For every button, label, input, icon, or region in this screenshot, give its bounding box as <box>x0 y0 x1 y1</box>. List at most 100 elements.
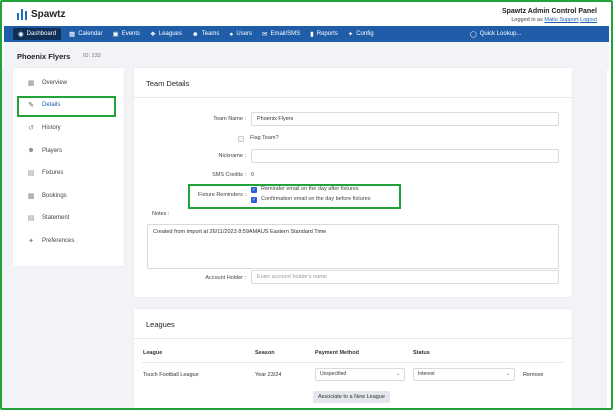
divider <box>134 97 572 98</box>
flag-team-checkbox[interactable] <box>238 136 244 142</box>
sidebar-item-overview[interactable]: ▦ Overview <box>27 79 67 87</box>
account-holder-label: Account Holder : <box>205 275 246 281</box>
sidebar-item-bookings[interactable]: ▩ Bookings <box>27 192 67 200</box>
notes-label: Notes : <box>152 211 170 217</box>
sms-credits-label: SMS Credits : <box>212 172 246 178</box>
sidebar-item-label: Fixtures <box>42 170 64 176</box>
payment-method-value: Unspecified <box>320 371 347 377</box>
leagues-title: Leagues <box>146 320 175 329</box>
nav-label: Dashboard <box>26 31 57 37</box>
wrench-icon: ✦ <box>347 31 354 38</box>
nav-email-sms[interactable]: ✉ Email/SMS <box>257 26 305 42</box>
reminder-after-label: Reminder email on the day after fixtures <box>261 186 359 192</box>
panel-title: Team Details <box>146 79 190 88</box>
users-icon: ● <box>229 30 234 38</box>
sidebar-item-fixtures[interactable]: ▤ Fixtures <box>27 169 64 177</box>
team-name-input[interactable]: Phoenix Flyers <box>251 112 559 126</box>
reminder-after-checkbox[interactable]: ✓ <box>251 187 257 193</box>
players-icon: ☻ <box>27 147 35 154</box>
admin-info: Spawtz Admin Control Panel Logged in as … <box>502 7 597 25</box>
history-icon: ↺ <box>28 125 34 132</box>
sidebar-item-label: Players <box>42 147 63 154</box>
calendar-icon: ▦ <box>69 31 76 38</box>
login-status: Logged in as Matio Support Logout <box>502 16 597 25</box>
bookings-icon: ▩ <box>27 193 35 200</box>
account-holder-input[interactable]: Enter account holder's name <box>251 270 559 284</box>
top-bar: Spawtz Spawtz Admin Control Panel Logged… <box>4 4 609 26</box>
chevron-down-icon: ⌄ <box>505 371 510 377</box>
wrench-icon: ✦ <box>28 238 34 245</box>
payment-method-select[interactable]: Unspecified ⌄ <box>315 368 405 381</box>
notes-textarea[interactable]: Created from import at 26/11/2023 8:59AM… <box>147 224 559 269</box>
nav-label: Config <box>356 31 374 37</box>
nav-dashboard[interactable]: ◉ Dashboard <box>13 28 62 40</box>
logo-text: Spawtz <box>31 9 66 20</box>
leagues-panel: Leagues League Season Payment Method Sta… <box>134 309 572 408</box>
sidebar-item-statement[interactable]: ▤ Statement <box>27 214 70 222</box>
logo[interactable]: Spawtz <box>17 9 65 20</box>
sidebar-item-preferences[interactable]: ✦ Preferences <box>27 237 74 245</box>
sidebar-item-label: Preferences <box>42 238 75 244</box>
quick-lookup[interactable]: ◯ Quick Lookup... <box>470 26 521 42</box>
column-header-season: Season <box>255 350 275 356</box>
sms-credits-value: 0 <box>251 172 255 178</box>
admin-title: Spawtz Admin Control Panel <box>501 8 597 15</box>
nav-label: Reports <box>316 31 338 37</box>
header-divider <box>142 362 564 363</box>
chevron-down-icon: ⌄ <box>395 371 400 377</box>
nav-leagues[interactable]: ❖ Leagues <box>145 26 187 42</box>
nav-events[interactable]: ▣ Events <box>108 26 146 42</box>
quick-lookup-label: Quick Lookup... <box>479 31 522 37</box>
league-name-cell: Touch Football League <box>143 372 199 378</box>
nickname-input[interactable] <box>251 149 559 163</box>
sidebar-item-label: History <box>42 125 61 131</box>
nav-label: Users <box>236 31 253 37</box>
nav-users[interactable]: ● Users <box>224 26 257 42</box>
nav-label: Events <box>121 31 141 37</box>
dashboard-icon: ◉ <box>18 31 24 38</box>
nav-calendar[interactable]: ▦ Calendar <box>64 26 108 42</box>
statement-icon: ▤ <box>27 215 35 222</box>
flag-team-label: Flag Team? <box>250 135 279 141</box>
sidebar-item-label: Bookings <box>42 193 67 199</box>
nav-reports[interactable]: ▮ Reports <box>305 26 343 42</box>
nav-label: Teams <box>201 31 220 37</box>
column-header-league: League <box>143 350 163 356</box>
sidebar-item-label: Overview <box>42 80 68 86</box>
nav-config[interactable]: ✦ Config <box>343 26 379 42</box>
nav-label: Leagues <box>158 31 182 37</box>
sidebar-item-players[interactable]: ☻ Players <box>27 147 62 154</box>
reports-icon: ▮ <box>310 31 314 38</box>
nav-label: Email/SMS <box>270 31 301 37</box>
reminder-before-checkbox[interactable]: ✓ <box>251 197 257 203</box>
status-select[interactable]: Interest ⌄ <box>413 368 515 381</box>
teams-icon: ☻ <box>191 30 199 38</box>
email-icon: ✉ <box>262 31 268 38</box>
page-header: Phoenix Flyers ID: 133 <box>4 42 609 69</box>
status-value: Interest <box>418 371 435 377</box>
logout-link[interactable]: Logout <box>580 17 597 23</box>
nav-teams[interactable]: ☻ Teams <box>187 26 225 42</box>
search-icon: ◯ <box>470 31 477 38</box>
page-title: Phoenix Flyers <box>17 52 71 61</box>
nav-label: Calendar <box>78 31 103 37</box>
team-id: ID: 133 <box>83 53 101 59</box>
season-cell: Year 23/24 <box>255 372 282 378</box>
sidebar-item-history[interactable]: ↺ History <box>27 124 61 132</box>
associate-league-button[interactable]: Associate to a New League <box>313 391 390 403</box>
team-name-label: Team Name : <box>213 116 246 122</box>
logged-in-label: Logged in as <box>511 17 543 23</box>
reminder-before-label: Confirmation email on the day before fix… <box>261 196 371 202</box>
nickname-label: Nickname : <box>218 153 246 159</box>
grid-icon: ▦ <box>27 80 35 87</box>
logo-icon <box>17 9 27 20</box>
remove-link[interactable]: Remove <box>523 372 543 378</box>
fixtures-icon: ▤ <box>27 170 35 177</box>
details-highlight-box <box>17 96 116 117</box>
events-icon: ▣ <box>112 31 119 38</box>
column-header-payment: Payment Method <box>315 350 360 356</box>
divider <box>134 338 572 339</box>
column-header-status: Status <box>413 350 430 356</box>
fixture-reminders-label: Fixture Reminders : <box>198 192 246 198</box>
user-link[interactable]: Matio Support <box>544 17 578 23</box>
